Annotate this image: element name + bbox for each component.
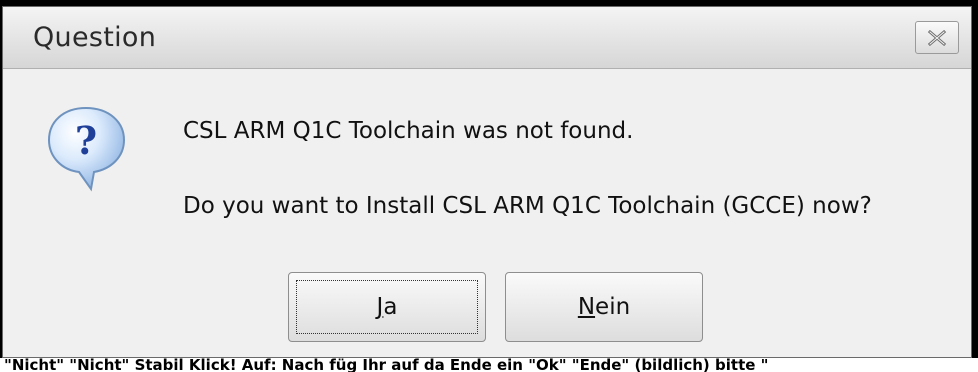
message-line-1: CSL ARM Q1C Toolchain was not found. — [183, 118, 634, 144]
dialog-title: Question — [33, 22, 157, 53]
question-dialog: Question ? CSL ARM Q1C Toolchain was not… — [2, 6, 972, 358]
close-icon — [927, 29, 947, 46]
question-icon: ? — [43, 102, 133, 196]
background-text: "Nicht" "Nicht" Stabil Klick! Auf: Nach … — [0, 358, 978, 372]
message-line-2: Do you want to Install CSL ARM Q1C Toolc… — [183, 193, 872, 219]
title-bar: Question — [3, 7, 971, 69]
svg-text:?: ? — [75, 118, 97, 163]
yes-button[interactable]: Ja — [288, 272, 486, 342]
close-button[interactable] — [915, 21, 959, 54]
no-button-label: Nein — [577, 294, 631, 320]
focus-ring — [296, 280, 478, 334]
no-button[interactable]: Nein — [505, 272, 703, 342]
